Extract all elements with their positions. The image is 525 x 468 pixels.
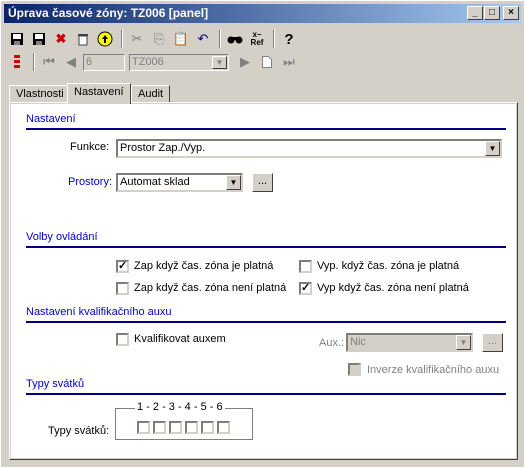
holiday-type-numbers: 1 - 2 - 3 - 4 - 5 - 6 bbox=[135, 401, 225, 413]
checkbox-label: Inverze kvalifikačního auxu bbox=[367, 364, 500, 376]
holiday-types-label: Typy svátků: bbox=[48, 425, 110, 437]
main-toolbar: ✖ ✂ ⎘ 📋 ↶ x– Ref ? bbox=[7, 28, 301, 50]
new-record-icon[interactable] bbox=[257, 52, 277, 72]
list-icon[interactable] bbox=[7, 52, 27, 72]
holiday-type-6-checkbox[interactable] bbox=[217, 421, 230, 434]
help-icon[interactable]: ? bbox=[279, 29, 299, 49]
copy-icon[interactable]: ⎘ bbox=[149, 29, 169, 49]
navigator-toolbar: ⏮ ◀ 6 TZ006 ▼ ▶ ⏭ bbox=[7, 51, 301, 73]
save-icon[interactable] bbox=[7, 29, 27, 49]
holiday-type-5-checkbox[interactable] bbox=[201, 421, 214, 434]
ref-icon[interactable]: x– Ref bbox=[247, 29, 267, 49]
section-divider bbox=[26, 321, 506, 323]
record-code-value: TZ006 bbox=[132, 55, 164, 68]
window-title: Úprava časové zóny: TZ006 [panel] bbox=[8, 6, 209, 20]
prostory-label[interactable]: Prostory: bbox=[68, 176, 112, 188]
funkce-value: Prostor Zap./Vyp. bbox=[120, 142, 206, 154]
checkbox-vyp-neplatna[interactable]: ✓ bbox=[299, 282, 312, 295]
next-record-icon[interactable]: ▶ bbox=[235, 52, 255, 72]
chevron-down-icon: ▼ bbox=[212, 55, 227, 69]
tab-nastaveni[interactable]: Nastavení bbox=[67, 83, 131, 104]
last-record-icon[interactable]: ⏭ bbox=[279, 52, 299, 72]
previous-record-icon[interactable]: ◀ bbox=[61, 52, 81, 72]
paste-icon[interactable]: 📋 bbox=[171, 29, 191, 49]
prostory-select[interactable]: Automat sklad ▼ bbox=[116, 173, 243, 192]
save-all-icon[interactable] bbox=[29, 29, 49, 49]
undo-icon[interactable]: ↶ bbox=[193, 29, 213, 49]
chevron-down-icon: ▼ bbox=[456, 335, 471, 350]
first-record-icon[interactable]: ⏮ bbox=[39, 52, 59, 72]
section-divider bbox=[26, 393, 506, 395]
close-button[interactable]: × bbox=[503, 6, 519, 20]
cut-icon[interactable]: ✂ bbox=[127, 29, 147, 49]
checkbox-vyp-platna[interactable] bbox=[299, 260, 312, 273]
funkce-select[interactable]: Prostor Zap./Vyp. ▼ bbox=[116, 139, 502, 158]
chevron-down-icon: ▼ bbox=[485, 141, 500, 156]
prostory-value: Automat sklad bbox=[120, 176, 190, 188]
minimize-button[interactable]: _ bbox=[467, 6, 483, 20]
maximize-button[interactable]: □ bbox=[484, 6, 500, 20]
holiday-type-1-checkbox[interactable] bbox=[137, 421, 150, 434]
checkbox-label: Vyp. když čas. zóna je platná bbox=[317, 260, 460, 272]
funkce-label: Funkce: bbox=[70, 141, 110, 153]
section-title-volby: Volby ovládání bbox=[26, 231, 98, 243]
checkbox-label: Kvalifikovat auxem bbox=[134, 333, 226, 345]
checkbox-label: Zap když čas. zóna není platná bbox=[134, 282, 287, 294]
upload-icon[interactable] bbox=[95, 29, 115, 49]
holiday-type-4-checkbox[interactable] bbox=[185, 421, 198, 434]
checkbox-zap-platna[interactable]: ✓ bbox=[116, 260, 129, 273]
settings-panel: Nastavení Funkce: Prostor Zap./Vyp. ▼ Pr… bbox=[9, 102, 518, 460]
checkbox-inverze[interactable] bbox=[348, 363, 361, 376]
section-title-nastaveni: Nastavení bbox=[26, 113, 76, 125]
section-title-svatky: Typy svátků bbox=[26, 378, 85, 390]
chevron-down-icon: ▼ bbox=[226, 175, 241, 190]
aux-select[interactable]: Nic ▼ bbox=[346, 333, 473, 352]
checkbox-label: Vyp když čas. zóna není platná bbox=[317, 282, 469, 294]
checkbox-zap-neplatna[interactable] bbox=[116, 282, 129, 295]
tab-audit[interactable]: Audit bbox=[131, 85, 171, 103]
section-divider bbox=[26, 246, 506, 248]
record-number-field[interactable]: 6 bbox=[83, 53, 125, 71]
aux-browse-button[interactable]: ... bbox=[482, 333, 503, 352]
tab-vlastnosti[interactable]: Vlastnosti bbox=[9, 85, 71, 103]
record-code-select[interactable]: TZ006 ▼ bbox=[129, 53, 229, 71]
delete-icon[interactable]: ✖ bbox=[51, 29, 71, 49]
find-icon[interactable] bbox=[225, 29, 245, 49]
checkbox-label: Zap když čas. zóna je platná bbox=[134, 260, 274, 272]
aux-value: Nic bbox=[350, 336, 366, 348]
title-bar[interactable]: Úprava časové zóny: TZ006 [panel] _ □ × bbox=[4, 4, 521, 23]
trash-icon[interactable] bbox=[73, 29, 93, 49]
aux-label: Aux.: bbox=[319, 337, 345, 349]
section-divider bbox=[26, 128, 506, 130]
main-window: Úprava časové zóny: TZ006 [panel] _ □ × … bbox=[0, 0, 525, 468]
checkbox-kvalifikovat[interactable] bbox=[116, 333, 129, 346]
section-title-kvalifikace: Nastavení kvalifikačního auxu bbox=[26, 306, 172, 318]
holiday-type-3-checkbox[interactable] bbox=[169, 421, 182, 434]
prostory-browse-button[interactable]: ... bbox=[252, 173, 273, 192]
holiday-type-2-checkbox[interactable] bbox=[153, 421, 166, 434]
